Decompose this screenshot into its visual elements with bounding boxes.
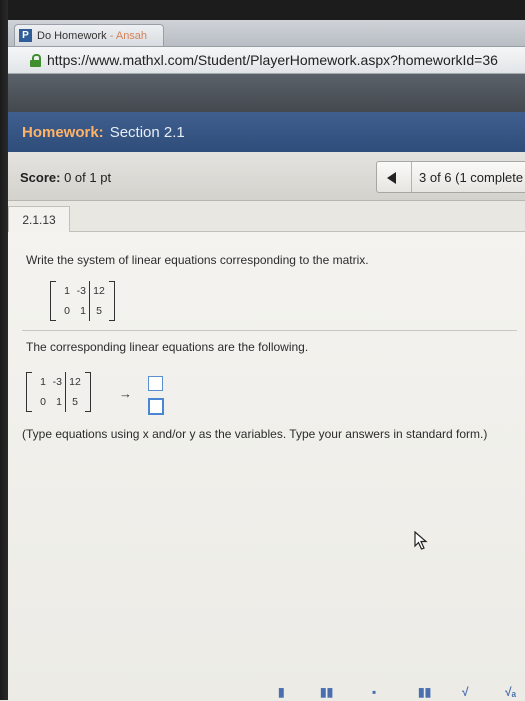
equation-1-answer-box[interactable] <box>148 376 163 391</box>
section-divider <box>22 330 517 331</box>
matrix-cell: 12 <box>69 376 81 388</box>
screen-bezel-left <box>0 0 8 700</box>
score-label: Score: <box>20 170 61 185</box>
equation-2-answer-box[interactable] <box>148 398 164 415</box>
augment-bar <box>65 372 66 412</box>
question-pager: 3 of 6 (1 complete <box>376 161 525 193</box>
absolute-value-tool-icon[interactable]: ▮▮ <box>418 685 431 699</box>
section-title: Section 2.1 <box>109 123 185 141</box>
augmented-matrix: 1 -3 12 0 1 5 <box>50 281 115 321</box>
url-text[interactable]: https://www.mathxl.com/Student/PlayerHom… <box>47 52 498 68</box>
previous-question-arrow-icon[interactable] <box>387 172 396 184</box>
exponent-tool-icon[interactable]: ▪ <box>372 685 376 699</box>
question-prompt: Write the system of linear equations cor… <box>26 253 369 267</box>
arrow-icon: → <box>119 386 132 401</box>
matrix-cell: -3 <box>52 376 62 388</box>
nth-root-tool-icon[interactable]: √ₐ <box>505 685 516 699</box>
matrix-cell: 5 <box>72 396 78 408</box>
tab-title-text: Do Homework <box>37 29 107 42</box>
answer-instruction: (Type equations using x and/or y as the … <box>22 427 488 441</box>
question-id-tab: 2.1.13 <box>8 206 70 232</box>
mouse-cursor-icon <box>414 531 428 550</box>
pager-divider <box>411 162 412 192</box>
score-bar: Score: 0 of 1 pt 3 of 6 (1 complete <box>8 152 525 201</box>
matrix-cell: 0 <box>64 305 70 317</box>
lock-icon <box>30 53 41 67</box>
matrix-cell: 12 <box>93 285 105 297</box>
augmented-matrix-answer: 1 -3 12 0 1 5 <box>26 372 91 412</box>
square-root-tool-icon[interactable]: √ <box>462 685 469 699</box>
matrix-cell: 1 <box>64 285 70 297</box>
matrix-cell: 5 <box>96 305 102 317</box>
screen-bezel-top <box>0 0 525 20</box>
augment-bar <box>89 281 90 321</box>
browser-tab[interactable]: P Do Homework - Ansah <box>14 24 164 46</box>
matrix-cell: 0 <box>40 396 46 408</box>
matrix-right-bracket <box>109 281 115 321</box>
score-display: Score: 0 of 1 pt <box>20 170 111 185</box>
fraction-tool-icon[interactable]: ▮ <box>278 685 285 699</box>
tab-title-suffix: - Ansah <box>106 29 148 42</box>
matrix-cell: -3 <box>76 285 86 297</box>
matrix-cell: 1 <box>40 376 46 388</box>
answer-intro: The corresponding linear equations are t… <box>26 340 309 354</box>
question-progress[interactable]: 3 of 6 (1 complete <box>419 170 523 185</box>
score-value: 0 of 1 pt <box>64 170 112 185</box>
mixed-number-tool-icon[interactable]: ▮▮ <box>320 685 333 699</box>
matrix-right-bracket <box>85 372 91 412</box>
homework-header: Homework: Section 2.1 <box>8 112 525 152</box>
address-bar[interactable]: https://www.mathxl.com/Student/PlayerHom… <box>8 47 525 74</box>
browser-tab-bar: P Do Homework - Ansah <box>8 20 525 47</box>
tab-title: Do Homework - Ansah <box>37 30 147 42</box>
pearson-favicon-icon: P <box>19 29 32 42</box>
homework-label: Homework: <box>22 123 104 141</box>
matrix-cell: 1 <box>56 396 62 408</box>
matrix-cell: 1 <box>80 305 86 317</box>
browser-toolbar-strip <box>8 74 525 112</box>
